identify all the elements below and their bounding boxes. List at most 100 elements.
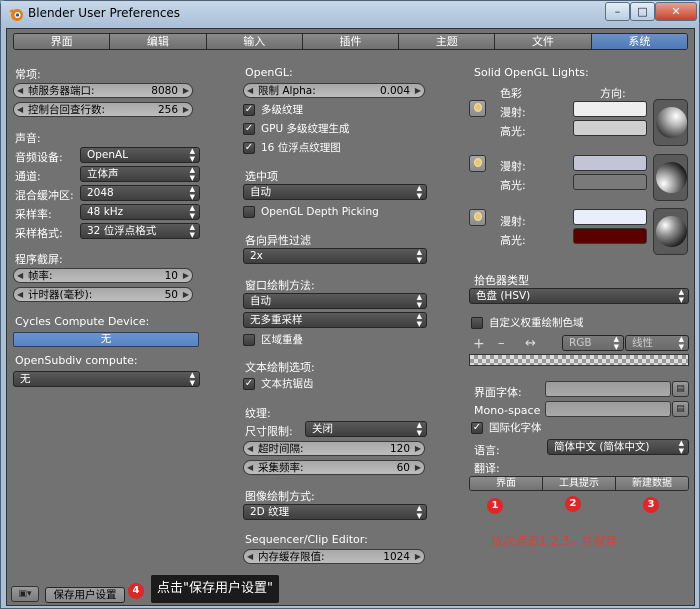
cycles-device-none-button[interactable]: 无 xyxy=(13,332,199,347)
light2-diffuse-color[interactable] xyxy=(573,155,647,171)
decrement-arrow-icon[interactable]: ◀ xyxy=(247,442,253,456)
increment-arrow-icon[interactable]: ▶ xyxy=(183,103,189,117)
select-value: 色盘 (HSV) xyxy=(476,290,531,302)
image-draw-title: 图像绘制方式: xyxy=(245,490,315,503)
close-button[interactable]: ✕ xyxy=(655,2,697,21)
depth-picking-checkbox[interactable]: OpenGL Depth Picking xyxy=(243,205,423,219)
checkbox-box[interactable] xyxy=(471,317,483,329)
ramp-remove-icon[interactable]: – xyxy=(498,336,505,351)
tab-themes[interactable]: 主题 xyxy=(399,34,496,49)
region-overlap-checkbox[interactable]: 区域重叠 xyxy=(243,333,423,347)
checkbox-label: GPU 多级纹理生成 xyxy=(261,123,350,135)
interface-font-input[interactable] xyxy=(545,381,671,397)
light1-specular-color[interactable] xyxy=(573,120,647,136)
clip-alpha-field[interactable]: ◀ 限制 Alpha: 0.004 ▶ xyxy=(243,83,425,98)
sample-rate-select[interactable]: 48 kHz ▲ ▼ xyxy=(80,204,200,220)
multisample-select[interactable]: 无多重采样 ▲ ▼ xyxy=(243,312,427,328)
checkbox-box[interactable] xyxy=(243,206,255,218)
ramp-mode-select[interactable]: RGB ▲ ▼ xyxy=(562,335,624,351)
light1-diffuse-color[interactable] xyxy=(573,101,647,117)
ramp-interp-select[interactable]: 线性 ▲ ▼ xyxy=(625,335,689,351)
mipmaps-checkbox[interactable]: ✓ 多级纹理 xyxy=(243,103,423,117)
increment-arrow-icon[interactable]: ▶ xyxy=(415,442,421,456)
tab-editing[interactable]: 编辑 xyxy=(110,34,207,49)
image-draw-select[interactable]: 2D 纹理 ▲ ▼ xyxy=(243,504,427,520)
screencast-fps-field[interactable]: ◀ 帧率: 10 ▶ xyxy=(13,268,193,283)
editor-type-menu-icon[interactable]: ▣▾ xyxy=(11,586,39,602)
decrement-arrow-icon[interactable]: ◀ xyxy=(17,84,23,98)
increment-arrow-icon[interactable]: ▶ xyxy=(183,84,189,98)
save-user-settings-button[interactable]: 保存用户设置 xyxy=(45,587,125,603)
collection-rate-field[interactable]: ◀ 采集频率: 60 ▶ xyxy=(243,460,425,475)
increment-arrow-icon[interactable]: ▶ xyxy=(183,269,189,283)
language-select[interactable]: 简体中文 (简体中文) ▲ ▼ xyxy=(547,439,689,455)
maximize-button[interactable]: □ xyxy=(630,2,655,21)
checkbox-box[interactable] xyxy=(243,334,255,346)
tab-addons[interactable]: 插件 xyxy=(302,34,400,49)
ramp-add-icon[interactable]: + xyxy=(473,336,485,352)
custom-weight-checkbox[interactable]: 自定义权重绘制色域 xyxy=(471,316,671,330)
anisotropic-select[interactable]: 2x ▲ ▼ xyxy=(243,248,427,264)
selection-select[interactable]: 自动 ▲ ▼ xyxy=(243,184,427,200)
step-badge-2: 2 xyxy=(565,496,581,512)
ramp-flip-icon[interactable]: ↔ xyxy=(525,336,536,351)
frame-server-port-field[interactable]: ◀ 帧服务器端口: 8080 ▶ xyxy=(13,83,193,98)
translate-new-data-button[interactable]: 新建数据 xyxy=(616,477,688,490)
light3-diffuse-color[interactable] xyxy=(573,209,647,225)
translate-interface-button[interactable]: 界面 xyxy=(470,477,543,490)
decrement-arrow-icon[interactable]: ◀ xyxy=(247,84,253,98)
checkmark-icon[interactable]: ✓ xyxy=(471,422,483,434)
increment-arrow-icon[interactable]: ▶ xyxy=(183,288,189,302)
increment-arrow-icon[interactable]: ▶ xyxy=(415,461,421,475)
size-limit-select[interactable]: 关闭 ▲ ▼ xyxy=(305,421,427,437)
light2-specular-color[interactable] xyxy=(573,174,647,190)
checkmark-icon[interactable]: ✓ xyxy=(243,123,255,135)
console-scrollback-field[interactable]: ◀ 控制台回查行数: 256 ▶ xyxy=(13,102,193,117)
increment-arrow-icon[interactable]: ▶ xyxy=(415,550,421,564)
decrement-arrow-icon[interactable]: ◀ xyxy=(247,550,253,564)
tab-system[interactable]: 系统 xyxy=(591,34,687,49)
folder-open-icon[interactable]: ▤ xyxy=(672,381,689,397)
tab-file[interactable]: 文件 xyxy=(495,34,592,49)
checkmark-icon[interactable]: ✓ xyxy=(243,104,255,116)
channels-select[interactable]: 立体声 ▲ ▼ xyxy=(80,166,200,182)
light1-direction-sphere[interactable] xyxy=(653,99,688,146)
mix-buffer-select[interactable]: 2048 ▲ ▼ xyxy=(80,185,200,201)
checkmark-icon[interactable]: ✓ xyxy=(243,378,255,390)
decrement-arrow-icon[interactable]: ◀ xyxy=(247,461,253,475)
mono-font-input[interactable] xyxy=(545,401,671,417)
light3-direction-sphere[interactable] xyxy=(653,208,688,255)
decrement-arrow-icon[interactable]: ◀ xyxy=(17,269,23,283)
sample-format-label: 采样格式: xyxy=(15,227,63,240)
light1-specular-label: 高光: xyxy=(500,125,526,138)
decrement-arrow-icon[interactable]: ◀ xyxy=(17,288,23,302)
tab-interface[interactable]: 界面 xyxy=(14,34,111,49)
window-draw-title: 窗口绘制方法: xyxy=(245,279,315,292)
minimize-button[interactable]: – xyxy=(605,2,630,21)
checkmark-icon[interactable]: ✓ xyxy=(243,142,255,154)
translate-tooltips-button[interactable]: 工具提示 xyxy=(543,477,616,490)
lights-colors-header: 色彩 xyxy=(500,87,522,100)
weight-color-ramp[interactable] xyxy=(469,354,689,366)
light1-toggle-bulb-icon[interactable] xyxy=(469,100,486,117)
float-textures-checkbox[interactable]: ✓ 16 位浮点纹理图 xyxy=(243,141,423,155)
international-fonts-checkbox[interactable]: ✓ 国际化字体 xyxy=(471,421,621,435)
tab-input[interactable]: 输入 xyxy=(206,34,303,49)
light3-toggle-bulb-icon[interactable] xyxy=(469,209,486,226)
increment-arrow-icon[interactable]: ▶ xyxy=(415,84,421,98)
screencast-timer-field[interactable]: ◀ 计时器(毫秒): 50 ▶ xyxy=(13,287,193,302)
color-picker-type-select[interactable]: 色盘 (HSV) ▲ ▼ xyxy=(469,288,689,304)
decrement-arrow-icon[interactable]: ◀ xyxy=(17,103,23,117)
memory-cache-field[interactable]: ◀ 内存缓存限值: 1024 ▶ xyxy=(243,549,425,564)
light3-specular-color[interactable] xyxy=(573,228,647,244)
light2-toggle-bulb-icon[interactable] xyxy=(469,155,486,172)
light2-direction-sphere[interactable] xyxy=(653,154,688,201)
gpu-mipmap-checkbox[interactable]: ✓ GPU 多级纹理生成 xyxy=(243,122,423,136)
text-antialias-checkbox[interactable]: ✓ 文本抗锯齿 xyxy=(243,377,423,391)
opensubdiv-select[interactable]: 无 ▲ ▼ xyxy=(13,371,200,387)
folder-open-icon[interactable]: ▤ xyxy=(672,401,689,417)
texture-timeout-field[interactable]: ◀ 超时间隔: 120 ▶ xyxy=(243,441,425,456)
window-draw-select[interactable]: 自动 ▲ ▼ xyxy=(243,293,427,309)
audio-device-select[interactable]: OpenAL ▲ ▼ xyxy=(80,147,200,163)
sample-format-select[interactable]: 32 位浮点格式 ▲ ▼ xyxy=(80,223,200,239)
